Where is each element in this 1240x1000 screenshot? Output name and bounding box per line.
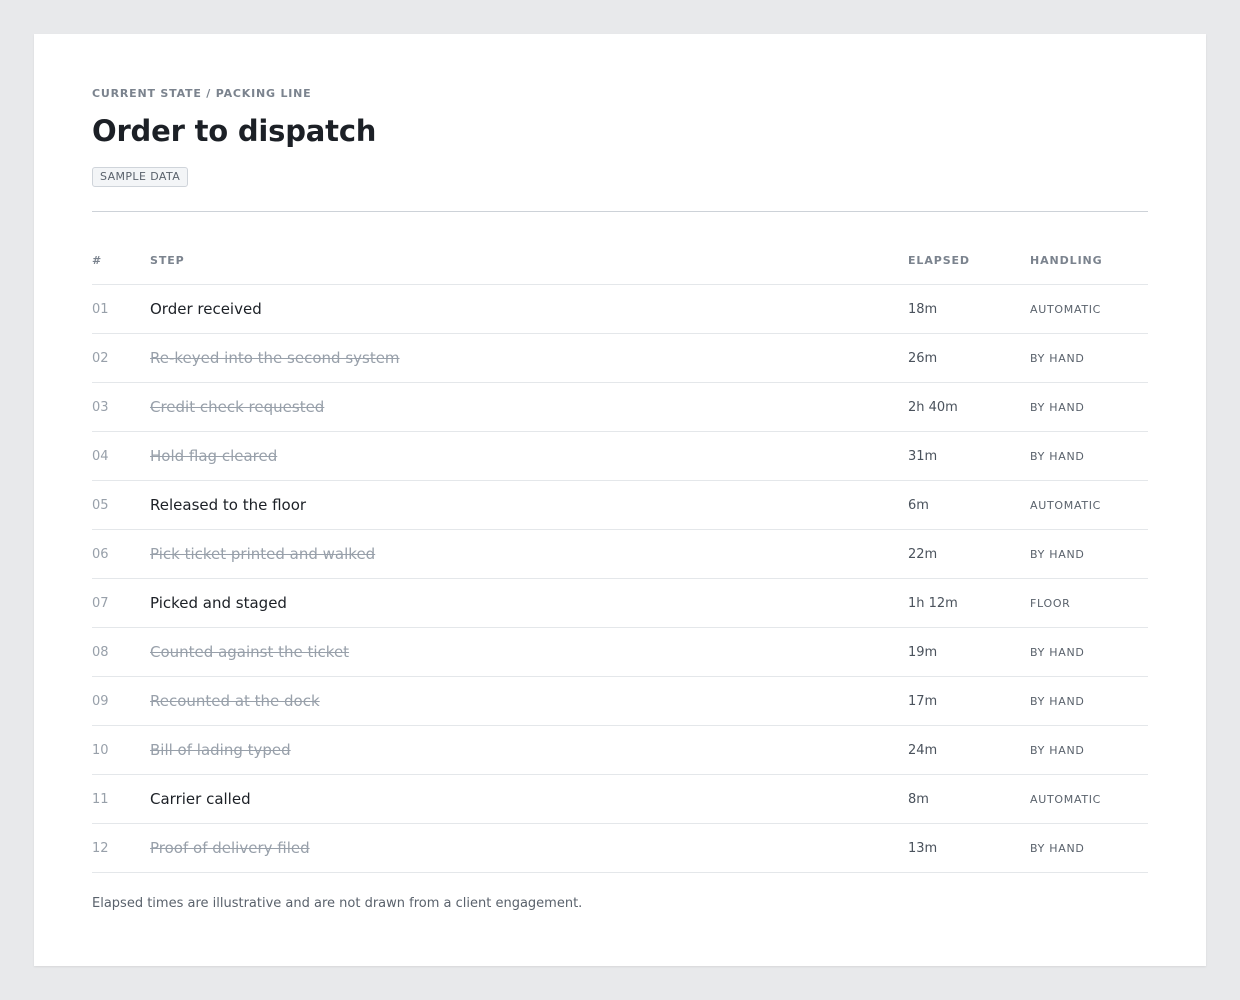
header-divider	[92, 211, 1148, 212]
step-handling: BY HAND	[1030, 529, 1148, 579]
step-handling: AUTOMATIC	[1030, 284, 1148, 334]
step-label: Hold flag cleared	[150, 431, 908, 481]
step-elapsed: 24m	[908, 725, 1030, 775]
table-row: 08 Counted against the ticket 19m BY HAN…	[92, 627, 1148, 677]
step-handling: BY HAND	[1030, 725, 1148, 775]
step-handling: BY HAND	[1030, 627, 1148, 677]
step-elapsed: 31m	[908, 431, 1030, 481]
step-label: Recounted at the dock	[150, 676, 908, 726]
table-row: 09 Recounted at the dock 17m BY HAND	[92, 676, 1148, 726]
table-row: 11 Carrier called 8m AUTOMATIC	[92, 774, 1148, 824]
table-body: 01 Order received 18m AUTOMATIC 02 Re-ke…	[92, 284, 1148, 873]
content-card: CURRENT STATE / PACKING LINE Order to di…	[34, 34, 1206, 966]
breadcrumb: CURRENT STATE / PACKING LINE	[92, 87, 312, 100]
step-number: 11	[92, 774, 150, 824]
step-label: Order received	[150, 284, 908, 334]
table-row: 03 Credit check requested 2h 40m BY HAND	[92, 382, 1148, 432]
table-row: 01 Order received 18m AUTOMATIC	[92, 284, 1148, 334]
step-handling: BY HAND	[1030, 333, 1148, 383]
step-elapsed: 2h 40m	[908, 382, 1030, 432]
step-elapsed: 18m	[908, 284, 1030, 334]
sample-data-badge: SAMPLE DATA	[92, 167, 189, 187]
step-handling: BY HAND	[1030, 431, 1148, 481]
step-elapsed: 13m	[908, 823, 1030, 873]
step-handling: BY HAND	[1030, 823, 1148, 873]
step-number: 04	[92, 431, 150, 481]
column-header-elapsed: ELAPSED	[908, 236, 1030, 285]
step-number: 06	[92, 529, 150, 579]
step-label: Proof of delivery filed	[150, 823, 908, 873]
step-label: Bill of lading typed	[150, 725, 908, 775]
step-elapsed: 17m	[908, 676, 1030, 726]
column-header-handling: HANDLING	[1030, 236, 1148, 285]
step-elapsed: 26m	[908, 333, 1030, 383]
step-label: Carrier called	[150, 774, 908, 824]
footnote: Elapsed times are illustrative and are n…	[92, 896, 583, 911]
step-number: 08	[92, 627, 150, 677]
column-header-step: STEP	[150, 236, 908, 285]
table-header-row: # STEP ELAPSED HANDLING	[92, 236, 1148, 285]
step-elapsed: 22m	[908, 529, 1030, 579]
table-row: 10 Bill of lading typed 24m BY HAND	[92, 725, 1148, 775]
step-elapsed: 6m	[908, 480, 1030, 530]
table-row: 12 Proof of delivery filed 13m BY HAND	[92, 823, 1148, 873]
step-label: Credit check requested	[150, 382, 908, 432]
step-label: Released to the floor	[150, 480, 908, 530]
table-row: 06 Pick ticket printed and walked 22m BY…	[92, 529, 1148, 579]
step-number: 07	[92, 578, 150, 628]
step-handling: FLOOR	[1030, 578, 1148, 628]
table-row: 07 Picked and staged 1h 12m FLOOR	[92, 578, 1148, 628]
step-handling: AUTOMATIC	[1030, 774, 1148, 824]
table-row: 02 Re-keyed into the second system 26m B…	[92, 333, 1148, 383]
step-handling: BY HAND	[1030, 676, 1148, 726]
step-label: Re-keyed into the second system	[150, 333, 908, 383]
step-number: 09	[92, 676, 150, 726]
step-handling: BY HAND	[1030, 382, 1148, 432]
process-steps-table: # STEP ELAPSED HANDLING 01 Order receive…	[92, 236, 1148, 873]
step-elapsed: 19m	[908, 627, 1030, 677]
step-number: 12	[92, 823, 150, 873]
step-number: 03	[92, 382, 150, 432]
page-title: Order to dispatch	[92, 114, 377, 148]
step-label: Pick ticket printed and walked	[150, 529, 908, 579]
step-label: Picked and staged	[150, 578, 908, 628]
table-row: 05 Released to the floor 6m AUTOMATIC	[92, 480, 1148, 530]
step-number: 02	[92, 333, 150, 383]
step-number: 10	[92, 725, 150, 775]
step-number: 05	[92, 480, 150, 530]
step-elapsed: 1h 12m	[908, 578, 1030, 628]
step-elapsed: 8m	[908, 774, 1030, 824]
step-number: 01	[92, 284, 150, 334]
column-header-number: #	[92, 236, 150, 285]
table-row: 04 Hold flag cleared 31m BY HAND	[92, 431, 1148, 481]
step-handling: AUTOMATIC	[1030, 480, 1148, 530]
step-label: Counted against the ticket	[150, 627, 908, 677]
